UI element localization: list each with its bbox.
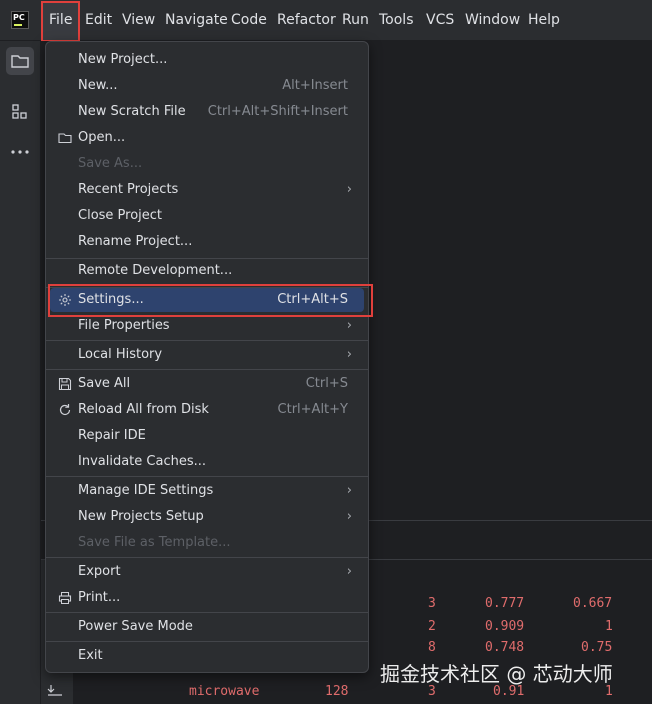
folder-icon <box>11 55 29 68</box>
save-icon <box>58 377 72 391</box>
left-toolbar <box>0 41 41 704</box>
output-cell: 3 <box>428 596 436 611</box>
file-menu-dropdown: New Project... New... Alt+Insert New Scra… <box>45 41 369 673</box>
menu-separator <box>46 369 368 370</box>
menu-item-invalidate-caches[interactable]: Invalidate Caches... <box>50 450 364 474</box>
project-tool-button[interactable] <box>6 47 34 75</box>
chevron-right-icon: › <box>346 564 352 579</box>
reload-icon <box>59 404 71 416</box>
menu-item-export[interactable]: Export › <box>50 560 364 584</box>
chevron-right-icon: › <box>346 509 352 524</box>
menu-vcs[interactable]: VCS <box>426 11 454 29</box>
menu-item-reload-all[interactable]: Reload All from Disk Ctrl+Alt+Y <box>50 398 364 422</box>
menu-window[interactable]: Window <box>465 11 520 29</box>
menu-item-exit[interactable]: Exit <box>50 644 364 668</box>
menu-item-save-as: Save As... <box>78 156 143 171</box>
settings-highlight-box <box>48 284 373 317</box>
menu-item-new-projects-setup[interactable]: New Projects Setup › <box>50 505 364 529</box>
chevron-right-icon: › <box>346 182 352 197</box>
menu-separator <box>46 340 368 341</box>
menu-tools[interactable]: Tools <box>379 11 414 29</box>
menu-navigate[interactable]: Navigate <box>165 11 228 29</box>
output-cell: 0.75 <box>581 640 613 655</box>
menu-separator <box>46 557 368 558</box>
chevron-right-icon: › <box>346 483 352 498</box>
output-cell: 1 <box>605 619 613 634</box>
menu-refactor[interactable]: Refactor <box>277 11 336 29</box>
structure-icon <box>12 104 27 119</box>
output-cell: 128 <box>325 684 349 699</box>
menu-item-file-properties[interactable]: File Properties › <box>50 314 364 338</box>
menu-item-repair-ide[interactable]: Repair IDE <box>50 424 364 448</box>
menu-help[interactable]: Help <box>528 11 560 29</box>
chevron-right-icon: › <box>346 318 352 333</box>
menu-item-new-scratch-file[interactable]: New Scratch File Ctrl+Alt+Shift+Insert <box>50 100 364 124</box>
menu-separator <box>46 641 368 642</box>
menu-item-rename-project[interactable]: Rename Project... <box>50 230 364 254</box>
output-cell: microwave <box>189 684 260 699</box>
menu-item-open[interactable]: Open... <box>50 126 364 150</box>
pycharm-logo-icon[interactable]: PC <box>11 11 29 29</box>
menu-item-new-project[interactable]: New Project... <box>50 48 364 72</box>
output-cell: 2 <box>428 619 436 634</box>
structure-tool-button[interactable] <box>6 98 34 126</box>
menu-item-save-all[interactable]: Save All Ctrl+S <box>50 372 364 396</box>
menu-item-save-file-as-template: Save File as Template... <box>78 535 231 550</box>
more-tools-button[interactable] <box>6 138 34 166</box>
folder-icon <box>58 133 72 144</box>
scroll-to-end-icon[interactable] <box>47 682 63 698</box>
menu-separator <box>46 612 368 613</box>
output-cell: 0.909 <box>485 619 525 634</box>
output-cell: 0.748 <box>485 640 525 655</box>
menu-item-local-history[interactable]: Local History › <box>50 343 364 367</box>
output-cell: 8 <box>428 640 436 655</box>
menu-bar: PC File Edit View Navigate Code Refactor… <box>0 0 652 42</box>
menu-item-new[interactable]: New... Alt+Insert <box>50 74 364 98</box>
menu-view[interactable]: View <box>122 11 155 29</box>
menu-file[interactable]: File <box>49 11 72 29</box>
menu-item-print[interactable]: Print... <box>50 586 364 610</box>
menu-edit[interactable]: Edit <box>85 11 112 29</box>
menu-separator <box>46 476 368 477</box>
output-cell: 0.667 <box>573 596 613 611</box>
menu-item-manage-ide-settings[interactable]: Manage IDE Settings › <box>50 479 364 503</box>
chevron-right-icon: › <box>346 347 352 362</box>
menu-item-recent-projects[interactable]: Recent Projects › <box>50 178 364 202</box>
menu-run[interactable]: Run <box>342 11 369 29</box>
output-cell: 0.777 <box>485 596 525 611</box>
menu-item-remote-development[interactable]: Remote Development... <box>50 259 364 283</box>
print-icon <box>58 592 72 604</box>
menu-code[interactable]: Code <box>231 11 267 29</box>
menu-item-close-project[interactable]: Close Project <box>50 204 364 228</box>
more-icon <box>11 150 29 154</box>
menu-item-power-save-mode[interactable]: Power Save Mode <box>50 615 364 639</box>
watermark: 掘金技术社区 @ 芯动大师 <box>380 662 613 686</box>
